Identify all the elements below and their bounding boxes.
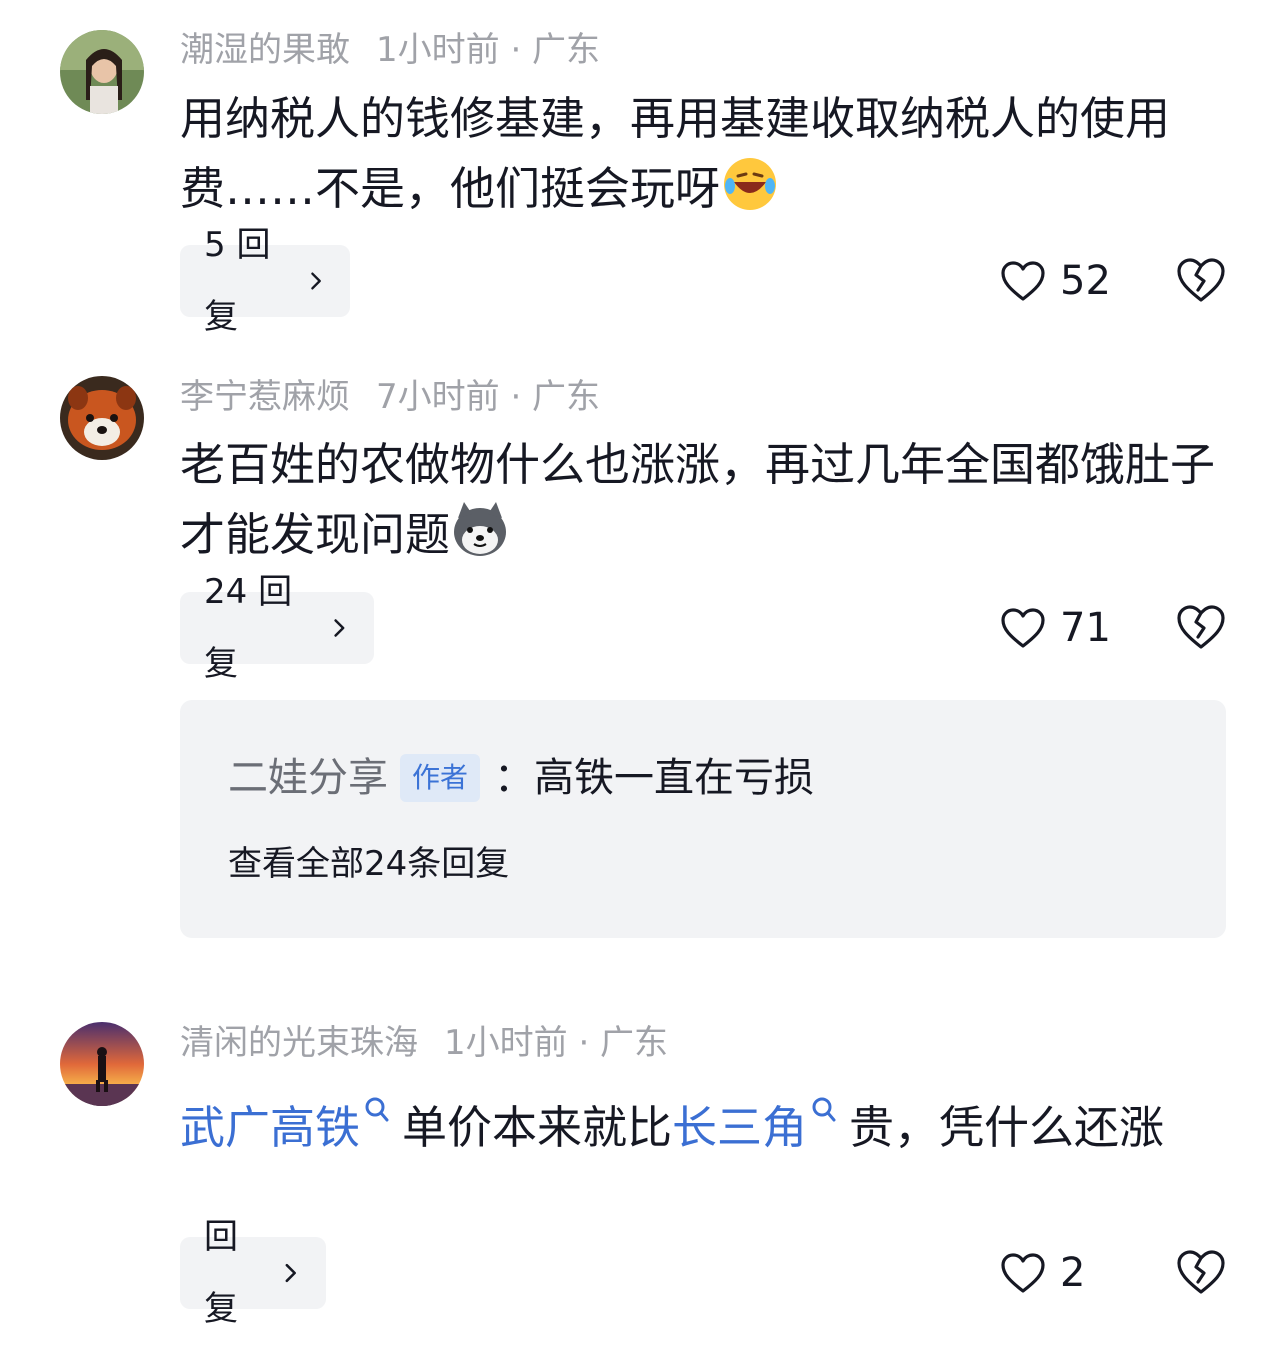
sub-reply-separator: ： xyxy=(494,755,535,801)
like-button[interactable]: 52 xyxy=(1000,258,1111,304)
username[interactable]: 李宁惹麻烦 xyxy=(180,377,350,417)
broken-heart-icon xyxy=(1177,605,1225,649)
comment-text-content: 贵，凭什么还涨 xyxy=(849,1101,1165,1154)
comment-text-content: 单价本来就比 xyxy=(402,1101,673,1154)
timestamp: 1小时前 · 广东 xyxy=(376,30,601,70)
sub-reply-text: 高铁一直在亏损 xyxy=(534,755,815,801)
broken-heart-icon xyxy=(1177,1250,1225,1294)
comment-text: 老百姓的农做物什么也涨涨，再过几年全国都饿肚子才能发现问题 xyxy=(180,430,1220,570)
search-link[interactable]: 武广高铁 xyxy=(180,1101,360,1154)
comment-meta: 李宁惹麻烦 7小时前 · 广东 xyxy=(180,377,600,417)
comment-meta: 潮湿的果敢 1小时前 · 广东 xyxy=(180,30,600,70)
search-icon xyxy=(809,1075,839,1122)
dislike-button[interactable] xyxy=(1176,257,1226,307)
reply-label: 回复 xyxy=(204,1217,238,1329)
sub-reply: 二娃分享 作者 ：高铁一直在亏损 xyxy=(228,750,814,806)
author-badge: 作者 xyxy=(400,754,481,802)
avatar[interactable] xyxy=(60,376,144,460)
heart-icon xyxy=(1001,608,1045,648)
username[interactable]: 潮湿的果敢 xyxy=(180,30,350,70)
comment-text-content: 老百姓的农做物什么也涨涨，再过几年全国都饿肚子才能发现问题 xyxy=(180,438,1216,561)
like-count: 52 xyxy=(1060,258,1111,304)
view-all-replies-link[interactable]: 查看全部24条回复 xyxy=(228,840,509,888)
husky-dog-emoji xyxy=(450,500,510,560)
like-count: 2 xyxy=(1060,1250,1086,1296)
view-replies-button[interactable]: 24 回复 xyxy=(180,572,374,684)
username[interactable]: 清闲的光束珠海 xyxy=(180,1023,418,1063)
timestamp: 7小时前 · 广东 xyxy=(376,377,601,417)
view-replies-button[interactable]: 回复 xyxy=(180,1217,326,1329)
avatar[interactable] xyxy=(60,1022,144,1106)
heart-icon xyxy=(1001,261,1045,301)
view-replies-button[interactable]: 5 回复 xyxy=(180,225,350,337)
comment-text: 武广高铁 单价本来就比长三角 贵，凭什么还涨 xyxy=(180,1075,1220,1163)
sub-reply-panel[interactable]: 二娃分享 作者 ：高铁一直在亏损 查看全部24条回复 xyxy=(180,700,1226,938)
chevron-right-icon xyxy=(311,272,321,290)
timestamp: 1小时前 · 广东 xyxy=(444,1023,669,1063)
heart-icon xyxy=(1001,1253,1045,1293)
avatar[interactable] xyxy=(60,30,144,114)
search-icon xyxy=(362,1075,392,1122)
chevron-right-icon xyxy=(286,1263,297,1283)
dislike-button[interactable] xyxy=(1176,604,1226,654)
sub-reply-username[interactable]: 二娃分享 xyxy=(228,750,388,806)
like-button[interactable]: 2 xyxy=(1000,1250,1085,1296)
reply-label: 24 回复 xyxy=(204,572,293,684)
chevron-right-icon xyxy=(334,619,345,637)
search-link[interactable]: 长三角 xyxy=(672,1101,807,1154)
like-count: 71 xyxy=(1060,605,1111,651)
like-button[interactable]: 71 xyxy=(1000,605,1111,651)
reply-label: 5 回复 xyxy=(204,225,271,337)
broken-heart-icon xyxy=(1177,258,1225,302)
comment-meta: 清闲的光束珠海 1小时前 · 广东 xyxy=(180,1023,668,1063)
comment-text: 用纳税人的钱修基建，再用基建收取纳税人的使用费……不是，他们挺会玩呀 xyxy=(180,84,1220,224)
rolling-laughing-emoji xyxy=(720,154,780,214)
comment-text-content: 用纳税人的钱修基建，再用基建收取纳税人的使用费……不是，他们挺会玩呀 xyxy=(180,92,1171,215)
dislike-button[interactable] xyxy=(1176,1249,1226,1299)
